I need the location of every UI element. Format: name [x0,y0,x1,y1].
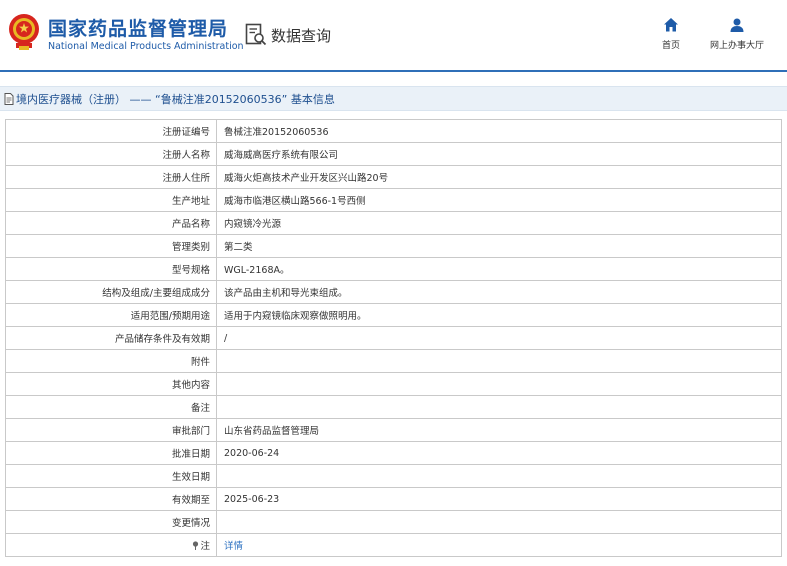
field-value: 鲁械注准20152060536 [216,119,782,143]
field-value: 详情 [216,533,782,557]
field-value [216,372,782,396]
field-value [216,464,782,488]
table-row: 生效日期 [5,464,782,488]
field-label: 备注 [5,395,217,419]
registration-info-table: 注册证编号 鲁械注准20152060536 注册人名称 威海威高医疗系统有限公司… [5,119,782,557]
nav-home[interactable]: 首页 [636,17,706,51]
table-row: 附件 [5,349,782,373]
field-label: 产品储存条件及有效期 [5,326,217,350]
nav-online-service-hall-label: 网上办事大厅 [709,41,764,51]
table-row: 备注 [5,395,782,419]
pin-icon [193,541,199,550]
table-row: 结构及组成/主要组成成分 该产品由主机和导光束组成。 [5,280,782,304]
table-row: 型号规格 WGL-2168A。 [5,257,782,281]
field-value: 2025-06-23 [216,487,782,511]
field-value: 适用于内窥镜临床观察做照明用。 [216,303,782,327]
note-field-label: 注 [5,533,217,557]
table-row: 批准日期 2020-06-24 [5,441,782,465]
details-link[interactable]: 详情 [224,541,243,552]
field-value: 威海市临港区横山路566-1号西侧 [216,188,782,212]
table-row: 产品储存条件及有效期 / [5,326,782,350]
field-value: 威海威高医疗系统有限公司 [216,142,782,166]
org-name-cn: 国家药品监督管理局 [48,18,229,40]
data-query-link[interactable]: 数据查询 [245,22,331,48]
table-row: 适用范围/预期用途 适用于内窥镜临床观察做照明用。 [5,303,782,327]
field-value [216,349,782,373]
field-label: 结构及组成/主要组成成分 [5,280,217,304]
field-label: 生效日期 [5,464,217,488]
search-document-icon [245,23,267,46]
table-row: 注 详情 [5,533,782,557]
field-label: 附件 [5,349,217,373]
field-label: 变更情况 [5,510,217,534]
field-label: 有效期至 [5,487,217,511]
note-label: 注 [200,541,210,552]
field-value: 山东省药品监督管理局 [216,418,782,442]
field-label: 审批部门 [5,418,217,442]
table-row: 注册证编号 鲁械注准20152060536 [5,119,782,143]
national-emblem-icon [9,14,39,50]
document-icon [4,92,14,105]
home-icon [664,18,678,32]
table-row: 审批部门 山东省药品监督管理局 [5,418,782,442]
field-value [216,510,782,534]
table-row: 管理类别 第二类 [5,234,782,258]
field-label: 批准日期 [5,441,217,465]
field-value: 内窥镜冷光源 [216,211,782,235]
record-title: 境内医疗器械（注册） —— “鲁械注准20152060536” 基本信息 [16,92,335,106]
table-row: 有效期至 2025-06-23 [5,487,782,511]
table-row: 注册人名称 威海威高医疗系统有限公司 [5,142,782,166]
field-value: WGL-2168A。 [216,257,782,281]
table-row: 其他内容 [5,372,782,396]
field-label: 注册证编号 [5,119,217,143]
field-label: 注册人名称 [5,142,217,166]
field-label: 型号规格 [5,257,217,281]
field-label: 管理类别 [5,234,217,258]
nav-online-service-hall[interactable]: 网上办事大厅 [702,17,772,51]
table-row: 产品名称 内窥镜冷光源 [5,211,782,235]
user-icon [730,18,744,32]
field-label: 适用范围/预期用途 [5,303,217,327]
record-title-bar: 境内医疗器械（注册） —— “鲁械注准20152060536” 基本信息 [0,86,787,111]
field-label: 产品名称 [5,211,217,235]
site-header: 国家药品监督管理局 National Medical Products Admi… [0,0,787,72]
field-value: / [216,326,782,350]
table-row: 注册人住所 威海火炬高技术产业开发区兴山路20号 [5,165,782,189]
field-value: 2020-06-24 [216,441,782,465]
field-label: 生产地址 [5,188,217,212]
table-row: 生产地址 威海市临港区横山路566-1号西侧 [5,188,782,212]
field-value: 该产品由主机和导光束组成。 [216,280,782,304]
nav-home-label: 首页 [661,41,680,51]
field-label: 其他内容 [5,372,217,396]
field-value: 威海火炬高技术产业开发区兴山路20号 [216,165,782,189]
field-value: 第二类 [216,234,782,258]
field-label: 注册人住所 [5,165,217,189]
field-value [216,395,782,419]
table-row: 变更情况 [5,510,782,534]
org-name-en: National Medical Products Administration [48,41,244,52]
data-query-label: 数据查询 [271,26,332,45]
